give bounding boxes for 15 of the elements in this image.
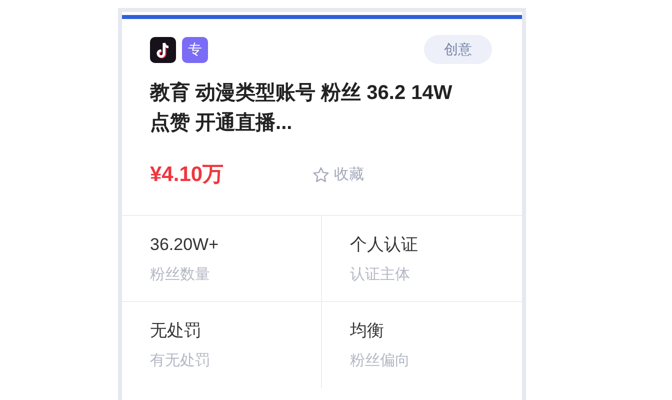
listing-title: 教育 动漫类型账号 粉丝 36.2 14W点赞 开通直播... (150, 80, 454, 136)
music-note-logo-icon (150, 36, 176, 62)
star-icon (312, 166, 330, 184)
price: ¥4.10万 (150, 162, 225, 188)
stat-label: 有无处罚 (150, 351, 211, 371)
stat-value: 36.20W+ (150, 234, 220, 256)
favorite-button[interactable]: 收藏 (312, 164, 364, 186)
stat-label: 认证主体 (350, 265, 411, 285)
stat-value: 均衡 (350, 320, 385, 342)
stat-value: 个人认证 (350, 234, 419, 256)
stat-label: 粉丝数量 (150, 265, 211, 285)
category-tag: 创意 (424, 35, 492, 64)
exclusive-badge: 专 (182, 36, 208, 62)
stat-label: 粉丝偏向 (350, 351, 411, 371)
stat-value: 无处罚 (150, 320, 202, 342)
